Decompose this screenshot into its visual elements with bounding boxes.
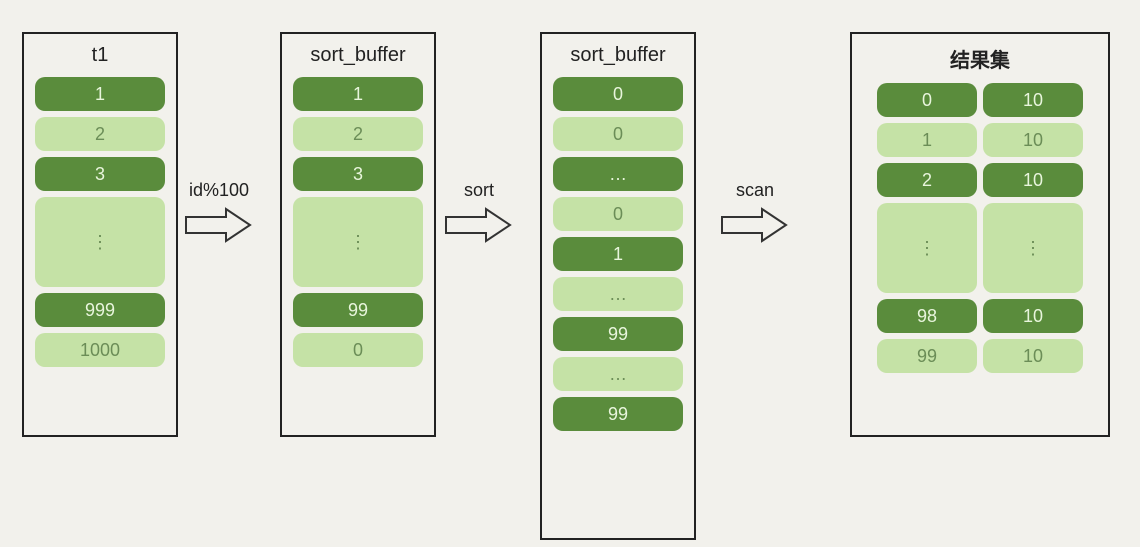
arrow-id-mod-100: id%100	[184, 180, 254, 245]
res-cell-a: 0	[877, 83, 977, 117]
res-cell-a: 98	[877, 299, 977, 333]
sb1-cell: 99	[293, 293, 423, 327]
arrow-sort: sort	[444, 180, 514, 245]
sb1-cell: 3	[293, 157, 423, 191]
t1-cell: 2	[35, 117, 165, 151]
arrow-label: id%100	[189, 180, 249, 201]
arrow-icon	[720, 205, 790, 245]
t1-cell: 1	[35, 77, 165, 111]
sb2-cell: 1	[553, 237, 683, 271]
res-row: 1 10	[877, 123, 1083, 157]
panel-res-rows: 0 10 1 10 2 10 ⋮ ⋮ 98 10 99 10	[860, 83, 1100, 373]
res-cell-b: 10	[983, 339, 1083, 373]
panel-sort-buffer-1: sort_buffer 1 2 3 ⋮ 99 0	[280, 32, 436, 437]
arrow-label: scan	[736, 180, 774, 201]
t1-cell: 999	[35, 293, 165, 327]
res-cell-b: 10	[983, 123, 1083, 157]
panel-t1-title: t1	[92, 44, 109, 67]
panel-sb2-title: sort_buffer	[570, 44, 665, 67]
sb2-cell: 99	[553, 317, 683, 351]
sb2-cell: …	[553, 157, 683, 191]
panel-res-title: 结果集	[950, 44, 1010, 73]
sb1-cell: 2	[293, 117, 423, 151]
res-cell-a: 99	[877, 339, 977, 373]
sb2-cell: …	[553, 357, 683, 391]
arrow-label: sort	[464, 180, 494, 201]
sb2-cell: 0	[553, 77, 683, 111]
t1-cell-ellipsis: ⋮	[35, 197, 165, 287]
res-cell-b: 10	[983, 299, 1083, 333]
res-row: 98 10	[877, 299, 1083, 333]
sb1-cell: 1	[293, 77, 423, 111]
sb1-cell-ellipsis: ⋮	[293, 197, 423, 287]
t1-cell: 1000	[35, 333, 165, 367]
panel-t1-rows: 1 2 3 ⋮ 999 1000	[32, 77, 168, 367]
res-cell-ellipsis-a: ⋮	[877, 203, 977, 293]
sb2-cell: …	[553, 277, 683, 311]
res-cell-b: 10	[983, 163, 1083, 197]
sb2-cell: 0	[553, 197, 683, 231]
panel-result-set: 结果集 0 10 1 10 2 10 ⋮ ⋮ 98 10 99 10	[850, 32, 1110, 437]
res-row: 0 10	[877, 83, 1083, 117]
t1-cell: 3	[35, 157, 165, 191]
res-cell-ellipsis-b: ⋮	[983, 203, 1083, 293]
panel-sb2-rows: 0 0 … 0 1 … 99 … 99	[550, 77, 686, 431]
panel-t1: t1 1 2 3 ⋮ 999 1000	[22, 32, 178, 437]
res-cell-b: 10	[983, 83, 1083, 117]
sb2-cell: 99	[553, 397, 683, 431]
res-row: 99 10	[877, 339, 1083, 373]
res-row: ⋮ ⋮	[877, 203, 1083, 293]
res-cell-a: 2	[877, 163, 977, 197]
res-cell-a: 1	[877, 123, 977, 157]
panel-sb1-title: sort_buffer	[310, 44, 405, 67]
res-row: 2 10	[877, 163, 1083, 197]
sb2-cell: 0	[553, 117, 683, 151]
arrow-icon	[184, 205, 254, 245]
arrow-scan: scan	[720, 180, 790, 245]
panel-sort-buffer-2: sort_buffer 0 0 … 0 1 … 99 … 99	[540, 32, 696, 540]
arrow-icon	[444, 205, 514, 245]
panel-sb1-rows: 1 2 3 ⋮ 99 0	[290, 77, 426, 367]
sb1-cell: 0	[293, 333, 423, 367]
